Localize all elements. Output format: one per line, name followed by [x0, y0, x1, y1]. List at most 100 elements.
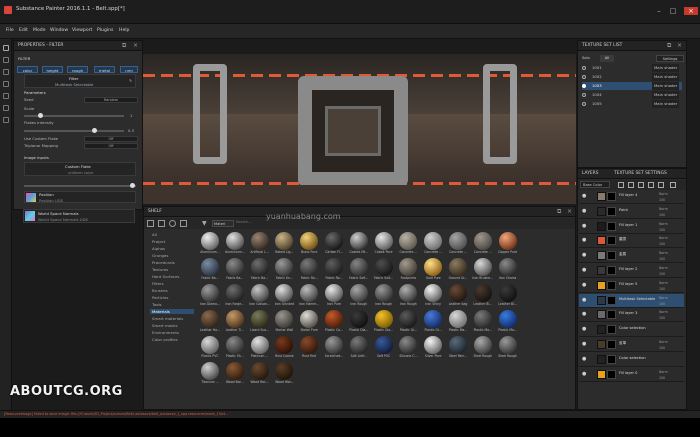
- material-thumbnail[interactable]: Concrete ...: [471, 232, 495, 256]
- layer-opacity[interactable]: 100: [659, 316, 665, 320]
- channel-select[interactable]: Base Color: [580, 181, 610, 188]
- visibility-eye-icon[interactable]: ●: [582, 327, 587, 332]
- material-thumbnail[interactable]: Iron Rough: [396, 284, 420, 308]
- visibility-eye-icon[interactable]: ●: [582, 297, 587, 303]
- material-thumbnail[interactable]: Plastic Dia...: [347, 310, 371, 334]
- texture-set-row[interactable]: 1005 Main shader: [582, 100, 682, 108]
- cat-smart-materials[interactable]: Smart materials: [152, 316, 183, 321]
- radio-icon[interactable]: [582, 66, 586, 70]
- layer-row[interactable]: ● Multitask Selectable Norm 100: [579, 293, 684, 308]
- cat-textures[interactable]: Textures: [152, 267, 168, 272]
- material-thumbnail[interactable]: Gold Pure: [421, 258, 445, 282]
- layer-row[interactable]: ● Paint Norm 100: [579, 204, 684, 219]
- layer-row[interactable]: ● 磨损 Norm 100: [579, 234, 684, 249]
- position-slot[interactable]: Position Position UDS: [24, 191, 136, 203]
- layer-blend-mode[interactable]: Norm: [659, 266, 668, 270]
- texture-set-row[interactable]: 1004 Main shader: [582, 91, 682, 99]
- panel-close-icon[interactable]: ×: [133, 42, 139, 49]
- layer-row[interactable]: ● Fill layer 2 Norm 100: [579, 264, 684, 278]
- minimize-button[interactable]: –: [654, 7, 664, 15]
- shelf-close-icon[interactable]: ×: [567, 208, 573, 215]
- visibility-eye-icon[interactable]: ●: [582, 194, 587, 199]
- cat-procedurals[interactable]: Procedurals: [152, 260, 175, 265]
- menu-file[interactable]: File: [6, 28, 14, 33]
- scale-slider[interactable]: [24, 113, 124, 118]
- material-thumbnail[interactable]: Iron Shiny: [421, 284, 445, 308]
- menu-mode[interactable]: Mode: [33, 28, 46, 33]
- radio-icon[interactable]: [582, 102, 586, 106]
- visibility-eye-icon[interactable]: ●: [582, 208, 587, 214]
- cat-environments[interactable]: Environments: [152, 330, 179, 335]
- material-thumbnail[interactable]: Rust Fine: [297, 336, 321, 360]
- material-thumbnail[interactable]: Wood Wor...: [272, 362, 296, 386]
- menu-help[interactable]: Help: [119, 28, 129, 33]
- layer-opacity[interactable]: 100: [659, 228, 665, 232]
- radio-icon[interactable]: [582, 75, 586, 79]
- material-thumbnail[interactable]: Leather Ha...: [198, 310, 222, 334]
- new-folder-icon[interactable]: [147, 220, 154, 227]
- layer-row[interactable]: ● 皮革 Norm 100: [579, 338, 684, 352]
- paint-tool-icon[interactable]: [3, 45, 9, 51]
- material-thumbnail[interactable]: Mortar Wall: [272, 310, 296, 334]
- visibility-eye-icon[interactable]: ●: [582, 282, 587, 288]
- material-thumbnail[interactable]: Platinum ...: [248, 336, 272, 360]
- visibility-eye-icon[interactable]: ●: [582, 312, 587, 317]
- material-thumbnail[interactable]: Iron Rough: [347, 284, 371, 308]
- add-fill-layer-icon[interactable]: [618, 182, 624, 188]
- visibility-eye-icon[interactable]: ●: [582, 253, 587, 258]
- layer-blend-mode[interactable]: Norm: [659, 281, 668, 285]
- layer-blend-mode[interactable]: Norm: [659, 192, 668, 196]
- material-thumbnail[interactable]: Titanium ...: [198, 362, 222, 386]
- texture-set-shader[interactable]: Main shader: [652, 91, 680, 99]
- clone-tool-icon[interactable]: [3, 105, 9, 111]
- layer-blend-mode[interactable]: Norm: [659, 236, 668, 240]
- material-thumbnail[interactable]: Concrete ...: [446, 232, 470, 256]
- material-thumbnail[interactable]: Iron Rough: [372, 284, 396, 308]
- layer-blend-mode[interactable]: Norm: [659, 207, 668, 211]
- material-thumbnail[interactable]: Steel Rough: [496, 336, 520, 360]
- undock-icon[interactable]: ⧉: [122, 42, 128, 49]
- layer-row[interactable]: ● Color selection: [579, 323, 684, 338]
- smudge-tool-icon[interactable]: [3, 93, 9, 99]
- material-thumbnail[interactable]: Concrete ...: [421, 232, 445, 256]
- channel-nrm-tag[interactable]: nrm: [120, 66, 138, 73]
- eraser-tool-icon[interactable]: [3, 57, 9, 63]
- delete-layer-icon[interactable]: [670, 182, 676, 188]
- layer-row[interactable]: ● Fill layer 5 Norm 100: [579, 278, 684, 293]
- radio-icon[interactable]: [582, 93, 586, 97]
- cat-color-profiles[interactable]: Color profiles: [152, 337, 178, 342]
- layer-opacity[interactable]: 100: [659, 257, 665, 261]
- layer-opacity[interactable]: 100: [659, 213, 665, 217]
- shelf-filter-chip[interactable]: Materi: [212, 220, 234, 227]
- cat-particles[interactable]: Particles: [152, 295, 168, 300]
- material-thumbnail[interactable]: Iron Forge...: [223, 284, 247, 308]
- radio-icon[interactable]: [582, 84, 586, 88]
- layer-row[interactable]: ● Fill layer 0 Norm 100: [579, 367, 684, 382]
- add-mask-icon[interactable]: [638, 182, 644, 188]
- layer-row[interactable]: ● Fill layer 3 Norm 100: [579, 308, 684, 323]
- material-thumbnail[interactable]: Plastic Gr...: [421, 310, 445, 334]
- layer-opacity[interactable]: 100: [659, 272, 665, 276]
- material-thumbnail[interactable]: Copper Pure: [496, 232, 520, 256]
- channel-height-tag[interactable]: height: [42, 66, 63, 73]
- maximize-button[interactable]: □: [668, 7, 678, 15]
- material-thumbnail[interactable]: Leather Bl...: [496, 284, 520, 308]
- material-thumbnail[interactable]: Fabric Soft...: [347, 258, 371, 282]
- visibility-eye-icon[interactable]: ●: [582, 371, 587, 377]
- cat-project[interactable]: Project: [152, 239, 165, 244]
- material-thumbnail[interactable]: Silver Pure: [421, 336, 445, 360]
- material-thumbnail[interactable]: Wood Roc...: [248, 362, 272, 386]
- polygon-fill-icon[interactable]: [3, 81, 9, 87]
- material-thumbnail[interactable]: Iron Pure: [322, 284, 346, 308]
- import-icon[interactable]: [158, 220, 165, 227]
- material-thumbnail[interactable]: Plastic PVC: [198, 336, 222, 360]
- material-thumbnail[interactable]: Iron Grinded: [272, 284, 296, 308]
- layer-blend-mode[interactable]: Norm: [659, 222, 668, 226]
- material-thumbnail[interactable]: Fabric Ro...: [297, 258, 321, 282]
- material-thumbnail[interactable]: Wood Bar...: [223, 362, 247, 386]
- material-thumbnail[interactable]: Fabric Kn...: [272, 258, 296, 282]
- menu-edit[interactable]: Edit: [19, 28, 28, 33]
- layer-blend-mode[interactable]: Norm: [659, 251, 668, 255]
- material-thumbnail[interactable]: Ground Gr...: [446, 258, 470, 282]
- material-thumbnail[interactable]: Carbon Fi...: [322, 232, 346, 256]
